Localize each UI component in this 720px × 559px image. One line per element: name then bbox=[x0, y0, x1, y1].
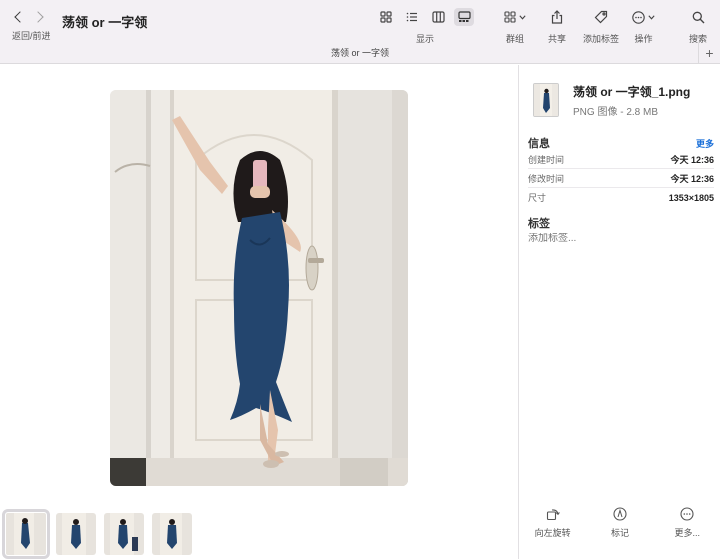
inspector-panel: 荡领 or 一字领_1.png PNG 图像 - 2.8 MB 信息 更多 创建… bbox=[518, 65, 720, 559]
preview-photo-graphic bbox=[110, 90, 408, 486]
search-icon bbox=[692, 11, 704, 23]
back-forward-label: 返回/前进 bbox=[12, 31, 51, 41]
tags-section-header: 标签 bbox=[528, 215, 714, 231]
thumbnail-1[interactable] bbox=[2, 509, 50, 559]
markup-pen-icon bbox=[613, 507, 627, 521]
file-kind: PNG 图像 - 2.8 MB bbox=[573, 107, 659, 118]
view-switcher: 显示 bbox=[376, 8, 474, 45]
more-actions-button[interactable]: 更多... bbox=[657, 507, 717, 559]
thumbnail-strip bbox=[0, 509, 518, 559]
preview-image[interactable] bbox=[110, 90, 408, 486]
info-row-created: 创建时间 今天 12:36 bbox=[528, 150, 714, 169]
thumbnail-2[interactable] bbox=[56, 513, 96, 555]
list-view-icon[interactable] bbox=[402, 8, 422, 26]
window-subtitle: 荡领 or 一字领 bbox=[330, 48, 389, 58]
tags-title: 标签 bbox=[528, 218, 550, 230]
gallery-preview bbox=[0, 65, 518, 559]
rotate-left-button[interactable]: 向左旋转 bbox=[523, 507, 583, 559]
group-grid-icon bbox=[504, 11, 516, 23]
info-key: 尺寸 bbox=[528, 193, 547, 203]
chevron-down-icon bbox=[648, 14, 655, 20]
info-value: 1353×1805 bbox=[668, 192, 714, 203]
new-tab-button[interactable]: + bbox=[698, 43, 720, 64]
more-info-link[interactable]: 更多 bbox=[696, 137, 714, 150]
thumbnail-3[interactable] bbox=[104, 513, 144, 555]
info-key: 修改时间 bbox=[528, 173, 565, 184]
chevron-down-icon bbox=[519, 14, 526, 20]
icon-view-icon[interactable] bbox=[376, 8, 396, 26]
quick-actions: 向左旋转 标记 更多... bbox=[519, 507, 720, 559]
toolbar: 返回/前进 荡领 or 一字领 显示 群组 共享 添加标签 操作 搜索 荡领 o… bbox=[0, 0, 720, 64]
back-forward-control: 返回/前进 bbox=[12, 10, 58, 42]
column-view-icon[interactable] bbox=[428, 8, 448, 26]
group-button[interactable]: 群组 bbox=[504, 8, 526, 45]
path-bar: 荡领 or 一字领 bbox=[0, 42, 720, 64]
info-row-dimensions: 尺寸 1353×1805 bbox=[528, 188, 714, 207]
info-value: 今天 12:36 bbox=[670, 173, 714, 184]
add-tags-input[interactable] bbox=[528, 233, 708, 244]
info-value: 今天 12:36 bbox=[670, 154, 714, 165]
add-tag-button[interactable]: 添加标签 bbox=[583, 8, 619, 45]
thumbnail-4[interactable] bbox=[152, 513, 192, 555]
gallery-view-icon[interactable] bbox=[454, 8, 474, 26]
rotate-left-label: 向左旋转 bbox=[534, 528, 571, 538]
tag-icon bbox=[594, 10, 608, 24]
markup-button[interactable]: 标记 bbox=[590, 507, 650, 559]
file-thumbnail-icon bbox=[533, 83, 559, 117]
info-row-modified: 修改时间 今天 12:36 bbox=[528, 169, 714, 188]
search-button[interactable]: 搜索 bbox=[689, 8, 707, 45]
more-actions-label: 更多... bbox=[674, 528, 701, 538]
window-title: 荡领 or 一字领 bbox=[62, 15, 148, 30]
file-name: 荡领 or 一字领_1.png bbox=[573, 85, 691, 99]
info-section-header: 信息 更多 bbox=[528, 135, 714, 151]
info-key: 创建时间 bbox=[528, 154, 565, 165]
markup-label: 标记 bbox=[610, 528, 629, 538]
ellipsis-circle-icon bbox=[680, 507, 694, 521]
info-title: 信息 bbox=[528, 138, 550, 150]
share-icon bbox=[551, 10, 563, 24]
forward-chevron-icon[interactable] bbox=[32, 11, 44, 23]
action-button[interactable]: 操作 bbox=[632, 8, 655, 45]
ellipsis-circle-icon bbox=[632, 10, 645, 24]
file-header: 荡领 or 一字领_1.png PNG 图像 - 2.8 MB bbox=[533, 83, 690, 118]
back-chevron-icon[interactable] bbox=[14, 11, 26, 23]
rotate-left-icon bbox=[546, 509, 560, 521]
share-button[interactable]: 共享 bbox=[548, 8, 566, 45]
